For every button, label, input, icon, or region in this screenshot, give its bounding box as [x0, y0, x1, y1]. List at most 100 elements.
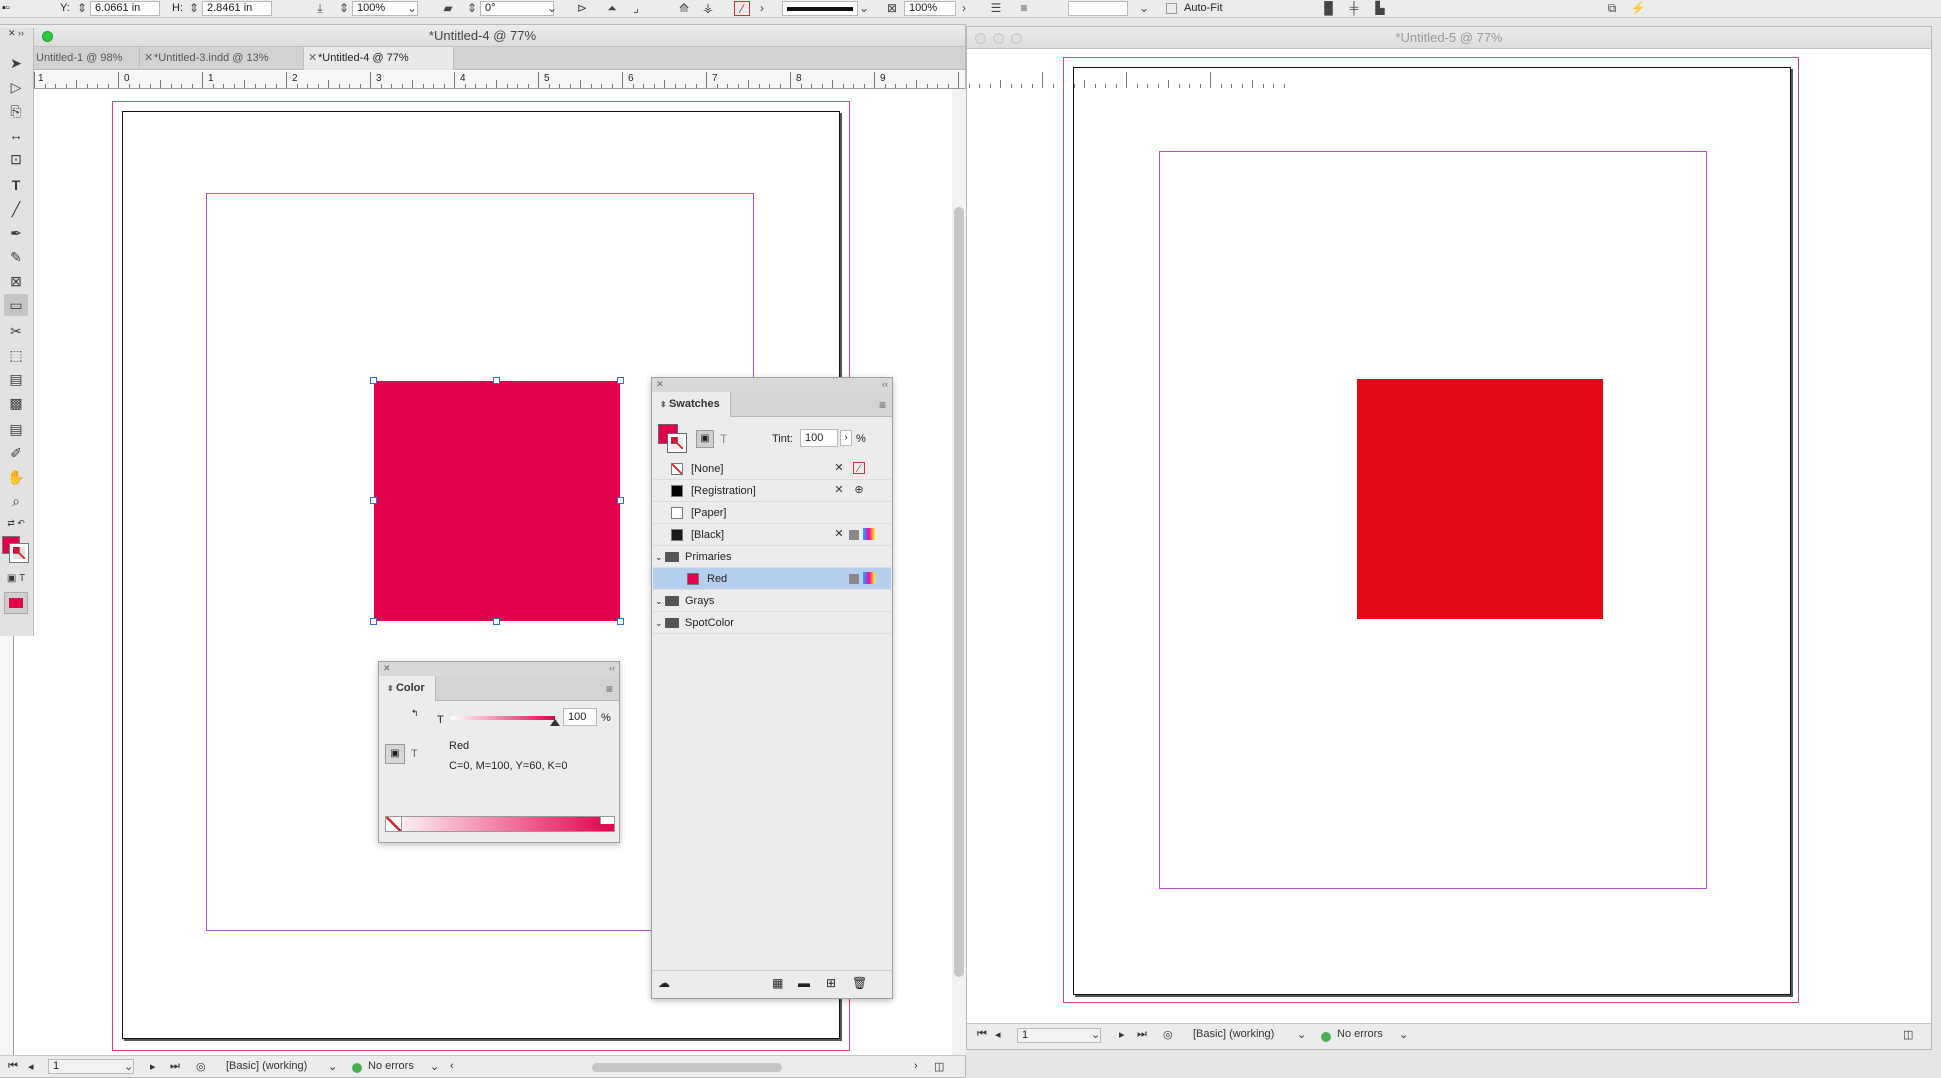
gradient-feather-tool-icon[interactable]: ▩: [4, 392, 28, 414]
tint-slider-thumb[interactable]: [550, 719, 560, 726]
scale-dropdown-icon[interactable]: ⌄: [404, 1, 420, 16]
close-panel-icon[interactable]: ✕: [383, 663, 391, 674]
group-row-grays[interactable]: ⌄ Grays: [653, 590, 891, 612]
wrap-icon[interactable]: ⟰: [676, 1, 692, 16]
vertical-ruler[interactable]: [0, 625, 14, 1055]
selection-handle[interactable]: [370, 497, 377, 504]
scroll-right-icon[interactable]: ›: [914, 1060, 918, 1072]
vertical-scrollbar[interactable]: [952, 89, 966, 1055]
scale-stepper-icon[interactable]: ⇕: [336, 1, 352, 16]
profile-dropdown-icon[interactable]: ⌄: [1297, 1028, 1306, 1041]
red-rectangle-frame[interactable]: [1357, 379, 1603, 619]
swap-fill-stroke-icon[interactable]: ⇄ ↶: [4, 516, 28, 530]
close-tab-icon[interactable]: ✕: [308, 47, 317, 70]
stroke-weight-field[interactable]: [782, 1, 858, 16]
apply-color-button[interactable]: [4, 592, 28, 614]
style-field[interactable]: [1068, 1, 1128, 16]
show-swatch-kinds-icon[interactable]: ▦: [772, 976, 783, 990]
errors-dropdown-icon[interactable]: ⌄: [1399, 1028, 1408, 1041]
selection-handle[interactable]: [493, 618, 500, 625]
stroke-arrow-icon[interactable]: ›: [754, 1, 770, 16]
tab-untitled-4[interactable]: ✕ *Untitled-4 @ 77%: [304, 47, 454, 70]
selection-handle[interactable]: [617, 497, 624, 504]
tab-color[interactable]: ⬍ Color: [379, 676, 436, 701]
opacity-arrow-icon[interactable]: ›: [956, 1, 972, 16]
container-format-icon[interactable]: ▣: [696, 430, 714, 448]
stroke-proxy[interactable]: [667, 433, 687, 453]
tab-untitled-1[interactable]: Untitled-1 @ 98%: [34, 47, 140, 70]
close-window-button[interactable]: [975, 33, 986, 44]
preflight-icon[interactable]: ◎: [196, 1060, 206, 1073]
swatch-row-black[interactable]: [Black] ✕: [653, 524, 891, 546]
close-tab-icon[interactable]: ✕: [144, 47, 153, 70]
style-dropdown-icon[interactable]: ⌄: [1136, 1, 1152, 16]
tint-field[interactable]: 100: [563, 708, 597, 726]
errors-dropdown-icon[interactable]: ⌄: [430, 1060, 439, 1073]
stroke-swatch[interactable]: [9, 543, 29, 563]
type-tool-icon[interactable]: T: [4, 174, 28, 196]
distribute-icon[interactable]: ⚶: [700, 1, 716, 16]
swatch-row-red[interactable]: Red: [653, 568, 891, 590]
collapse-panel-icon[interactable]: ‹‹: [882, 379, 888, 389]
close-panel-icon[interactable]: ✕: [656, 379, 664, 390]
y-stepper-icon[interactable]: ⇕: [74, 1, 90, 16]
split-view-icon[interactable]: ◫: [1903, 1028, 1913, 1041]
tab-swatches[interactable]: ⬍ Swatches: [652, 392, 731, 417]
swap-icon[interactable]: ↰: [411, 708, 419, 719]
cc-libraries-icon[interactable]: ☁: [658, 976, 670, 990]
align-center-icon[interactable]: ╪: [1346, 1, 1362, 16]
page-field[interactable]: 1: [1017, 1028, 1101, 1043]
align-bottom-icon[interactable]: ▙: [1372, 1, 1388, 16]
preflight-icon[interactable]: ◎: [1163, 1028, 1173, 1041]
pen-tool-icon[interactable]: ✒: [4, 222, 28, 244]
preflight-profile[interactable]: [Basic] (working): [226, 1060, 307, 1072]
flip-vertical-icon[interactable]: ⏶: [604, 1, 620, 16]
fill-stroke-selector[interactable]: [658, 424, 688, 454]
rotate-dropdown-icon[interactable]: ⌄: [544, 1, 560, 16]
corner-icon[interactable]: ⌟: [628, 1, 644, 16]
opacity-field[interactable]: 100%: [904, 1, 956, 16]
container-format-icon[interactable]: ▣: [385, 744, 405, 764]
page-field[interactable]: 1: [48, 1059, 134, 1074]
h-field[interactable]: 2.8461 in: [202, 1, 272, 16]
hand-tool-icon[interactable]: ✋: [4, 466, 28, 488]
previous-page-icon[interactable]: ◂: [28, 1060, 34, 1073]
quick-apply-icon[interactable]: ⚡: [1630, 1, 1646, 16]
zoom-tool-icon[interactable]: ⌕: [4, 490, 28, 512]
align-icon[interactable]: ≡: [1016, 1, 1032, 16]
text-format-icon[interactable]: T: [720, 432, 727, 446]
reference-point-icon[interactable]: ▪▫: [2, 2, 10, 15]
minimize-window-button[interactable]: [993, 33, 1004, 44]
pasteboard[interactable]: [967, 49, 1931, 1023]
selection-handle[interactable]: [617, 618, 624, 625]
scrollbar-thumb[interactable]: [954, 207, 964, 977]
selection-handle[interactable]: [370, 377, 377, 384]
preflight-profile[interactable]: [Basic] (working): [1193, 1028, 1274, 1040]
expand-group-icon[interactable]: ⌄: [655, 590, 663, 612]
eyedropper-tool-icon[interactable]: ✐: [4, 442, 28, 464]
free-transform-tool-icon[interactable]: ⬚: [4, 344, 28, 366]
frame-fitting-icon[interactable]: ⧉: [1604, 1, 1620, 16]
expand-group-icon[interactable]: ⌄: [655, 546, 663, 568]
previous-page-icon[interactable]: ◂: [995, 1028, 1001, 1041]
h-stepper-icon[interactable]: ⇕: [186, 1, 202, 16]
text-format-icon[interactable]: T: [411, 748, 418, 760]
panel-menu-icon[interactable]: ≡: [879, 398, 886, 412]
tint-arrow-icon[interactable]: ›: [840, 430, 852, 446]
last-page-icon[interactable]: ⏭: [170, 1060, 180, 1073]
rectangle-tool-icon[interactable]: ▭: [4, 294, 28, 316]
collapse-panel-icon[interactable]: ‹‹: [609, 663, 615, 673]
tint-field[interactable]: 100: [800, 429, 838, 447]
horizontal-ruler[interactable]: 1 0 1 2 3 4 5 6 7 8 9: [34, 71, 1285, 89]
selection-handle[interactable]: [370, 618, 377, 625]
new-group-icon[interactable]: ▬: [798, 976, 810, 990]
gradient-swatch-tool-icon[interactable]: ▤: [4, 368, 28, 390]
pencil-tool-icon[interactable]: ✎: [4, 246, 28, 268]
rotate-stepper-icon[interactable]: ⇕: [464, 1, 480, 16]
rectangle-frame-tool-icon[interactable]: ⊠: [4, 270, 28, 292]
group-row-primaries[interactable]: ⌄ Primaries: [653, 546, 891, 568]
delete-swatch-icon[interactable]: 🗑: [852, 976, 867, 990]
note-tool-icon[interactable]: ▤: [4, 418, 28, 440]
formatting-container-icon[interactable]: ▣ T: [4, 572, 28, 586]
content-collector-tool-icon[interactable]: ⊡: [4, 148, 28, 170]
